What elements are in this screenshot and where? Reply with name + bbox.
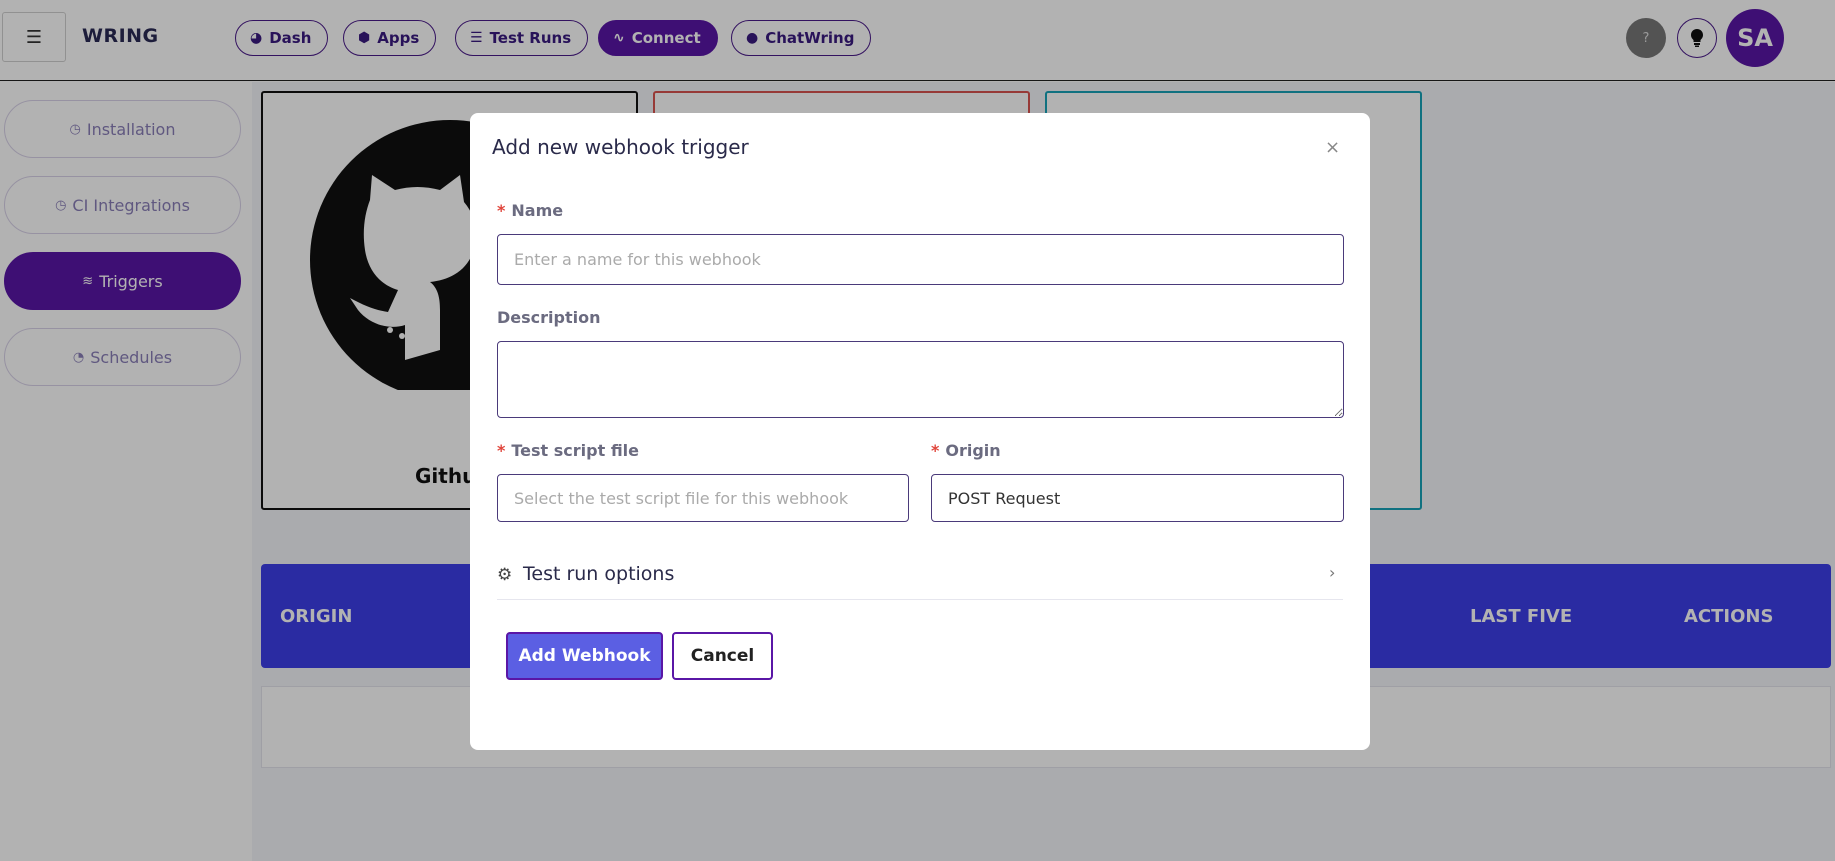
required-marker: * (497, 441, 506, 460)
description-textarea[interactable] (497, 341, 1344, 418)
description-label: Description (497, 308, 601, 327)
test-script-select[interactable] (497, 474, 909, 522)
origin-select[interactable] (931, 474, 1344, 522)
cancel-button[interactable]: Cancel (672, 632, 773, 680)
test-script-label: * Test script file (497, 441, 640, 460)
gear-icon: ⚙ (497, 565, 513, 585)
test-run-options-toggle[interactable]: ⚙ Test run options › (497, 553, 1343, 600)
required-marker: * (497, 201, 506, 220)
required-marker: * (931, 441, 940, 460)
chevron-right-icon: › (1329, 563, 1336, 582)
name-label: * Name (497, 201, 564, 220)
add-webhook-modal: Add new webhook trigger × *Name Descript… (470, 113, 1370, 750)
origin-label: * Origin (931, 441, 1001, 460)
close-icon[interactable]: × (1325, 137, 1340, 158)
add-webhook-button[interactable]: Add Webhook (506, 632, 663, 680)
modal-title: Add new webhook trigger (492, 135, 749, 159)
test-run-options-label: Test run options (523, 563, 675, 585)
webhook-name-input[interactable] (497, 234, 1344, 285)
